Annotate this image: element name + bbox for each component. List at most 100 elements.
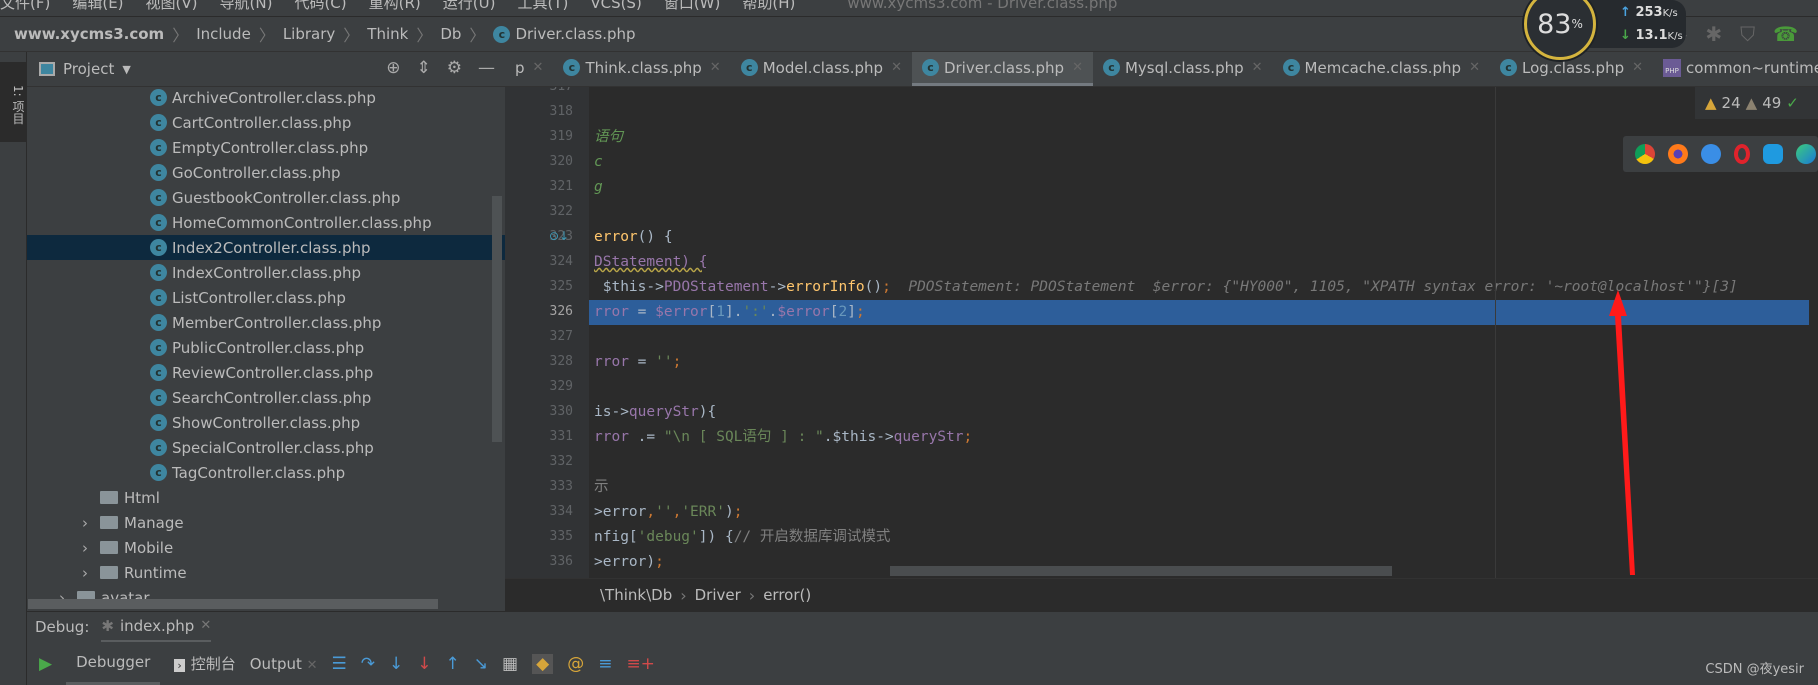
tree-folder-item[interactable]: Html	[27, 485, 505, 510]
close-icon[interactable]: ✕	[891, 60, 902, 75]
coverage-icon[interactable]: ⛉	[1740, 22, 1755, 46]
listen-debug-icon[interactable]: ☎	[1773, 22, 1798, 46]
force-step-into-icon[interactable]: ↓	[417, 654, 431, 674]
menu-item[interactable]: 编辑(E)	[72, 0, 123, 13]
override-marker-icon[interactable]: ⊙↓	[549, 229, 569, 243]
inspection-widget[interactable]: ▲ 24 ▲ 49 ✓	[1695, 87, 1818, 119]
resume-icon[interactable]: ▶	[39, 654, 52, 674]
chevron-down-icon[interactable]: ▼	[122, 63, 130, 76]
code-line[interactable]	[594, 100, 1814, 125]
firefox-icon[interactable]	[1668, 144, 1688, 164]
close-icon[interactable]: ✕	[307, 658, 318, 673]
locate-icon[interactable]: ⊕	[386, 58, 400, 78]
project-stripe-button[interactable]: 1: 项目	[0, 62, 27, 142]
tree-file-item[interactable]: c Index2Controller.class.php	[27, 235, 505, 260]
menu-item[interactable]: 视图(V)	[146, 0, 198, 13]
tab-file[interactable]: c Memcache.class.php ✕	[1273, 52, 1490, 86]
tab-debugger[interactable]: Debugger	[66, 642, 161, 685]
menu-item[interactable]: 导航(N)	[220, 0, 273, 13]
ie-icon[interactable]	[1763, 144, 1783, 164]
breadcrumb-item[interactable]: Db	[440, 25, 461, 43]
menu-item[interactable]: 代码(C)	[294, 0, 346, 13]
show-execution-point-icon[interactable]: ☰	[332, 654, 347, 674]
edge-icon[interactable]	[1796, 144, 1816, 164]
tree-folder-item[interactable]: › Runtime	[27, 560, 505, 585]
tab-file[interactable]: c Think.class.php ✕	[553, 52, 730, 86]
tree-file-item[interactable]: c ListController.class.php	[27, 285, 505, 310]
tree-file-item[interactable]: c HomeCommonController.class.php	[27, 210, 505, 235]
editor-breadcrumb-item[interactable]: error()	[763, 586, 811, 604]
code-line[interactable]: error() {	[594, 225, 1814, 250]
close-icon[interactable]: ✕	[1252, 60, 1263, 75]
chevron-right-icon[interactable]: ›	[82, 564, 100, 582]
tab-file[interactable]: c Mysql.class.php ✕	[1093, 52, 1273, 86]
close-icon[interactable]: ✕	[533, 60, 544, 75]
code-line[interactable]: g	[594, 175, 1814, 200]
opera-icon[interactable]	[1734, 144, 1750, 164]
annotation-icon[interactable]: @	[567, 654, 584, 674]
tree-file-item[interactable]: c ReviewController.class.php	[27, 360, 505, 385]
editor-breadcrumb-item[interactable]: Driver	[695, 586, 741, 604]
tree-file-item[interactable]: c MemberController.class.php	[27, 310, 505, 335]
breadcrumb-item[interactable]: Library	[283, 25, 335, 43]
tree-file-item[interactable]: c SearchController.class.php	[27, 385, 505, 410]
tree-file-item[interactable]: c PublicController.class.php	[27, 335, 505, 360]
close-icon[interactable]: ✕	[1072, 60, 1083, 75]
break-on-first-line-icon[interactable]: ◆	[532, 653, 554, 674]
menu-item[interactable]: 运行(U)	[443, 0, 496, 13]
tree-file-item[interactable]: c IndexController.class.php	[27, 260, 505, 285]
breadcrumb-item[interactable]: Think	[367, 25, 408, 43]
tab-output[interactable]: Output ✕	[250, 655, 318, 673]
breadcrumb-item[interactable]: Driver.class.php	[515, 25, 635, 43]
step-out-icon[interactable]: ↑	[446, 654, 460, 674]
menu-item[interactable]: 工具(T)	[517, 0, 568, 13]
tab-file[interactable]: PHPcommon~runtime.php	[1653, 52, 1818, 86]
evaluate-icon[interactable]: ▦	[502, 654, 518, 674]
collapse-icon[interactable]: ⇕	[417, 58, 431, 78]
tree-file-item[interactable]: c GoController.class.php	[27, 160, 505, 185]
tree-scrollbar[interactable]	[492, 196, 502, 442]
breadcrumb-item[interactable]: www.xycms3.com	[14, 25, 164, 43]
chevron-right-icon[interactable]: ›	[82, 514, 100, 532]
step-into-icon[interactable]: ↓	[389, 654, 403, 674]
add-watch-icon[interactable]: ≡+	[626, 654, 655, 674]
safari-icon[interactable]	[1701, 144, 1721, 164]
menu-item[interactable]: 窗口(W)	[664, 0, 721, 13]
code-line[interactable]	[594, 200, 1814, 225]
debug-session-tab[interactable]: ✱ index.php ✕	[101, 612, 212, 643]
step-over-icon[interactable]: ↷	[361, 654, 375, 674]
tree-folder-item[interactable]: › Manage	[27, 510, 505, 535]
tree-file-item[interactable]: c ShowController.class.php	[27, 410, 505, 435]
menu-item[interactable]: VCS(S)	[590, 0, 641, 12]
editor-horizontal-scrollbar[interactable]	[890, 566, 1392, 576]
code-line[interactable]: DStatement) {	[594, 250, 1814, 275]
tree-horizontal-scrollbar[interactable]	[28, 599, 438, 609]
hide-icon[interactable]: —	[478, 58, 495, 78]
close-icon[interactable]: ✕	[1469, 60, 1480, 75]
tree-file-item[interactable]: c SpecialController.class.php	[27, 435, 505, 460]
chrome-icon[interactable]	[1635, 144, 1655, 164]
debug-icon[interactable]: ✱	[1705, 22, 1722, 46]
tree-file-item[interactable]: c TagController.class.php	[27, 460, 505, 485]
close-icon[interactable]: ✕	[200, 618, 211, 633]
tab-file[interactable]: c Model.class.php ✕	[731, 52, 912, 86]
editor-breadcrumb-item[interactable]: \Think\Db	[600, 586, 672, 604]
gear-icon[interactable]: ⚙	[447, 58, 462, 78]
tree-file-item[interactable]: c CartController.class.php	[27, 110, 505, 135]
menu-item[interactable]: 文件(F)	[0, 0, 50, 13]
close-icon[interactable]: ✕	[1632, 60, 1643, 75]
tab-partial[interactable]: p ✕	[505, 52, 553, 86]
code-line[interactable]	[594, 87, 1814, 100]
tree-file-item[interactable]: c EmptyController.class.php	[27, 135, 505, 160]
menu-item[interactable]: 重构(R)	[369, 0, 421, 13]
menu-item[interactable]: 帮助(H)	[742, 0, 795, 13]
numbered-list-icon[interactable]: ≡	[598, 654, 612, 674]
tree-file-item[interactable]: c GuestbookController.class.php	[27, 185, 505, 210]
run-to-cursor-icon[interactable]: ↘	[474, 654, 488, 674]
tree-file-item[interactable]: c ArchiveController.class.php	[27, 87, 505, 110]
close-icon[interactable]: ✕	[710, 60, 721, 75]
project-view-selector[interactable]: Project	[63, 60, 114, 78]
tree-folder-item[interactable]: › Mobile	[27, 535, 505, 560]
tab-console[interactable]: › 控制台	[174, 653, 236, 674]
breadcrumb-item[interactable]: Include	[196, 25, 251, 43]
